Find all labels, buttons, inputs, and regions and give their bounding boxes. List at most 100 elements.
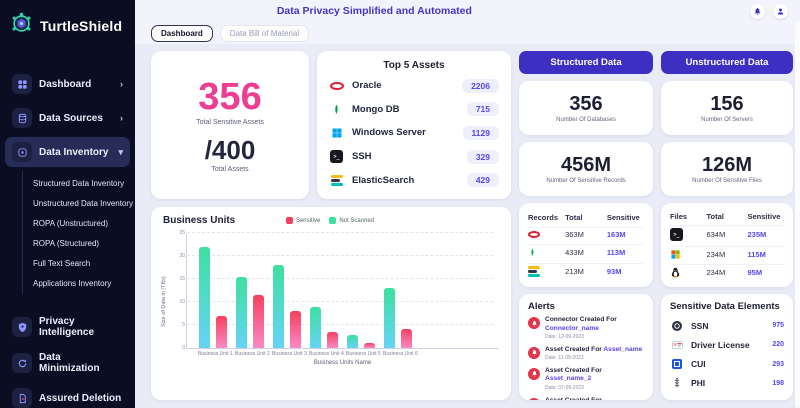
element-row-ssn: SSN 975	[670, 316, 784, 335]
chart-y-axis-title: Size of Data in (TBs)	[161, 276, 167, 327]
sidebar-item-label: Assured Deletion	[39, 392, 122, 404]
chart-title: Business Units	[163, 215, 236, 226]
main-area: Data Privacy Simplified and Automated Da…	[135, 0, 800, 408]
sidebar-subitem-full-text-search[interactable]: Full Text Search	[29, 253, 135, 273]
asset-row-ssh[interactable]: >_ SSH 329	[329, 145, 499, 169]
sidebar-item-data-minimization[interactable]: Data Minimization	[5, 347, 130, 379]
sidebar-item-privacy-intelligence[interactable]: Privacy Intelligence	[5, 311, 130, 343]
chart-bar-group	[310, 233, 338, 348]
sidebar-item-label: Privacy Intelligence	[39, 316, 95, 338]
chart-y-tick-label: 5	[182, 322, 185, 328]
sensitive-files-stat-card: 126M Number Of Sensitive Files	[661, 142, 793, 196]
alert-bell-icon	[528, 346, 540, 359]
total-assets-value: /400	[204, 134, 256, 165]
tab-data-bill-of-material[interactable]: Data Bill of Material	[219, 24, 310, 42]
chart-y-tick-label: 25	[179, 230, 185, 236]
chart-bar-group	[384, 233, 412, 348]
structured-data-button[interactable]: Structured Data	[519, 51, 653, 74]
sidebar-item-assured-deletion[interactable]: Assured Deletion	[5, 383, 130, 408]
legend-item-sensitive: Sensitive	[285, 217, 320, 224]
chart-y-tick-label: 10	[179, 299, 185, 305]
tab-dashboard[interactable]: Dashboard	[151, 24, 213, 42]
alert-date: Date: 07-09-2023	[545, 384, 584, 391]
dashboard-content: 356 Total Sensitive Assets /400 Total As…	[135, 44, 800, 408]
delete-file-icon	[12, 388, 32, 408]
user-profile-button[interactable]	[773, 3, 788, 19]
cui-icon	[670, 358, 684, 370]
oracle-icon	[329, 81, 344, 90]
total-sensitive-assets-label: Total Sensitive Assets	[196, 118, 264, 126]
alert-target-link[interactable]: Connector_name	[545, 325, 599, 332]
sidebar-item-dashboard[interactable]: Dashboard ›	[5, 69, 130, 99]
total-assets-card: 356 Total Sensitive Assets /400 Total As…	[151, 51, 309, 199]
unstructured-data-button[interactable]: Unstructured Data	[661, 51, 793, 74]
alert-target-link[interactable]: Asset_name_2	[545, 375, 591, 382]
asset-row-windows-server[interactable]: Windows Server 1129	[329, 121, 499, 145]
element-row-driver-license: Driver License 220	[670, 335, 784, 354]
records-table-header: Records Total Sensitive	[528, 213, 640, 222]
sidebar-item-data-sources[interactable]: Data Sources ›	[5, 103, 130, 133]
person-icon	[777, 8, 784, 14]
asset-row-elasticsearch[interactable]: ElasticSearch 429	[329, 168, 499, 192]
bar-sensitive	[327, 331, 338, 348]
circular-arrows-icon	[12, 353, 32, 373]
records-row-oracle: 363M 163M	[528, 227, 644, 241]
windows-icon	[670, 249, 706, 260]
notifications-button[interactable]	[750, 3, 765, 19]
chart-bar-group	[236, 233, 264, 348]
alert-item: Asset Created For Asset_name Date: 11-09-…	[528, 346, 644, 363]
servers-stat-card: 156 Number Of Servers	[661, 81, 793, 135]
chart-bar-group	[199, 233, 227, 348]
sidebar-subitem-ropa-unstructured[interactable]: ROPA (Unstructured)	[29, 213, 135, 233]
turtle-logo-icon	[9, 11, 34, 41]
sidebar-item-data-inventory[interactable]: Data Inventory ▾	[5, 137, 130, 167]
sidebar-subitem-applications-inventory[interactable]: Applications Inventory	[29, 273, 135, 293]
legend-swatch-not-scanned	[329, 217, 337, 224]
sidebar-subitem-structured-data-inventory[interactable]: Structured Data Inventory	[29, 173, 135, 193]
sidebar-subitem-unstructured-data-inventory[interactable]: Unstructured Data Inventory	[29, 193, 135, 213]
alert-bell-icon	[528, 367, 540, 380]
chart-y-tick-label: 0	[182, 345, 185, 351]
alert-item: Asset Created For Asset_name_3Date: 01-0…	[528, 397, 644, 400]
business-units-chart-card: Business Units Sensitive Not Scanned Size…	[151, 207, 511, 400]
files-row-windows: 234M 115M	[670, 245, 784, 262]
mongodb-icon	[329, 103, 344, 116]
elasticsearch-icon	[528, 266, 565, 277]
bar-sensitive	[253, 295, 264, 348]
app-logo: TurtleShield	[0, 0, 135, 47]
alert-item: Asset Created For Asset_name_2 Date: 07-0…	[528, 367, 644, 393]
chevron-right-icon: ›	[120, 112, 123, 123]
legend-swatch-sensitive	[285, 217, 293, 224]
database-icon	[12, 108, 32, 128]
inventory-box-icon	[12, 142, 32, 162]
sidebar: TurtleShield Dashboard › Data Sources › …	[0, 0, 135, 408]
bar-not-scanned	[273, 265, 284, 348]
alerts-card: Alerts Connector Created For Connector_n…	[519, 294, 653, 400]
windows-icon	[329, 127, 344, 139]
bar-not-scanned	[347, 335, 358, 348]
chart-x-tick-label: Business Unit 1	[198, 351, 233, 357]
sensitive-records-count: 456M	[560, 153, 612, 176]
driver-license-icon	[670, 339, 684, 351]
records-table-card: Records Total Sensitive 363M 163M 433M 1…	[519, 203, 653, 287]
files-row-linux: 234M 95M	[670, 263, 784, 280]
chart-y-tick-label: 20	[179, 253, 185, 259]
sensitive-data-elements-card: Sensitive Data Elements SSN 975 Driver L…	[661, 294, 793, 400]
mongodb-icon	[528, 247, 565, 258]
sidebar-subitem-ropa-structured[interactable]: ROPA (Structured)	[29, 233, 135, 253]
alert-bell-icon	[528, 397, 540, 400]
sensitive-data-elements-title: Sensitive Data Elements	[670, 301, 780, 312]
alert-item: Connector Created For Connector_name Date…	[528, 316, 644, 342]
asset-row-oracle[interactable]: Oracle 2206	[329, 74, 499, 98]
element-row-cui: CUI 293	[670, 355, 784, 374]
asset-row-mongodb[interactable]: Mongo DB 715	[329, 98, 499, 122]
bell-icon	[754, 7, 761, 15]
bar-not-scanned	[310, 306, 321, 348]
records-row-elasticsearch: 213M 93M	[528, 263, 644, 279]
files-row-ssh: >_ 634M 235M	[670, 225, 784, 243]
asset-count-badge: 2206	[462, 78, 499, 93]
chevron-right-icon: ›	[120, 78, 123, 89]
scrollbar[interactable]	[795, 22, 800, 408]
bar-sensitive	[364, 343, 375, 348]
alert-target-link[interactable]: Asset_name	[603, 346, 642, 353]
